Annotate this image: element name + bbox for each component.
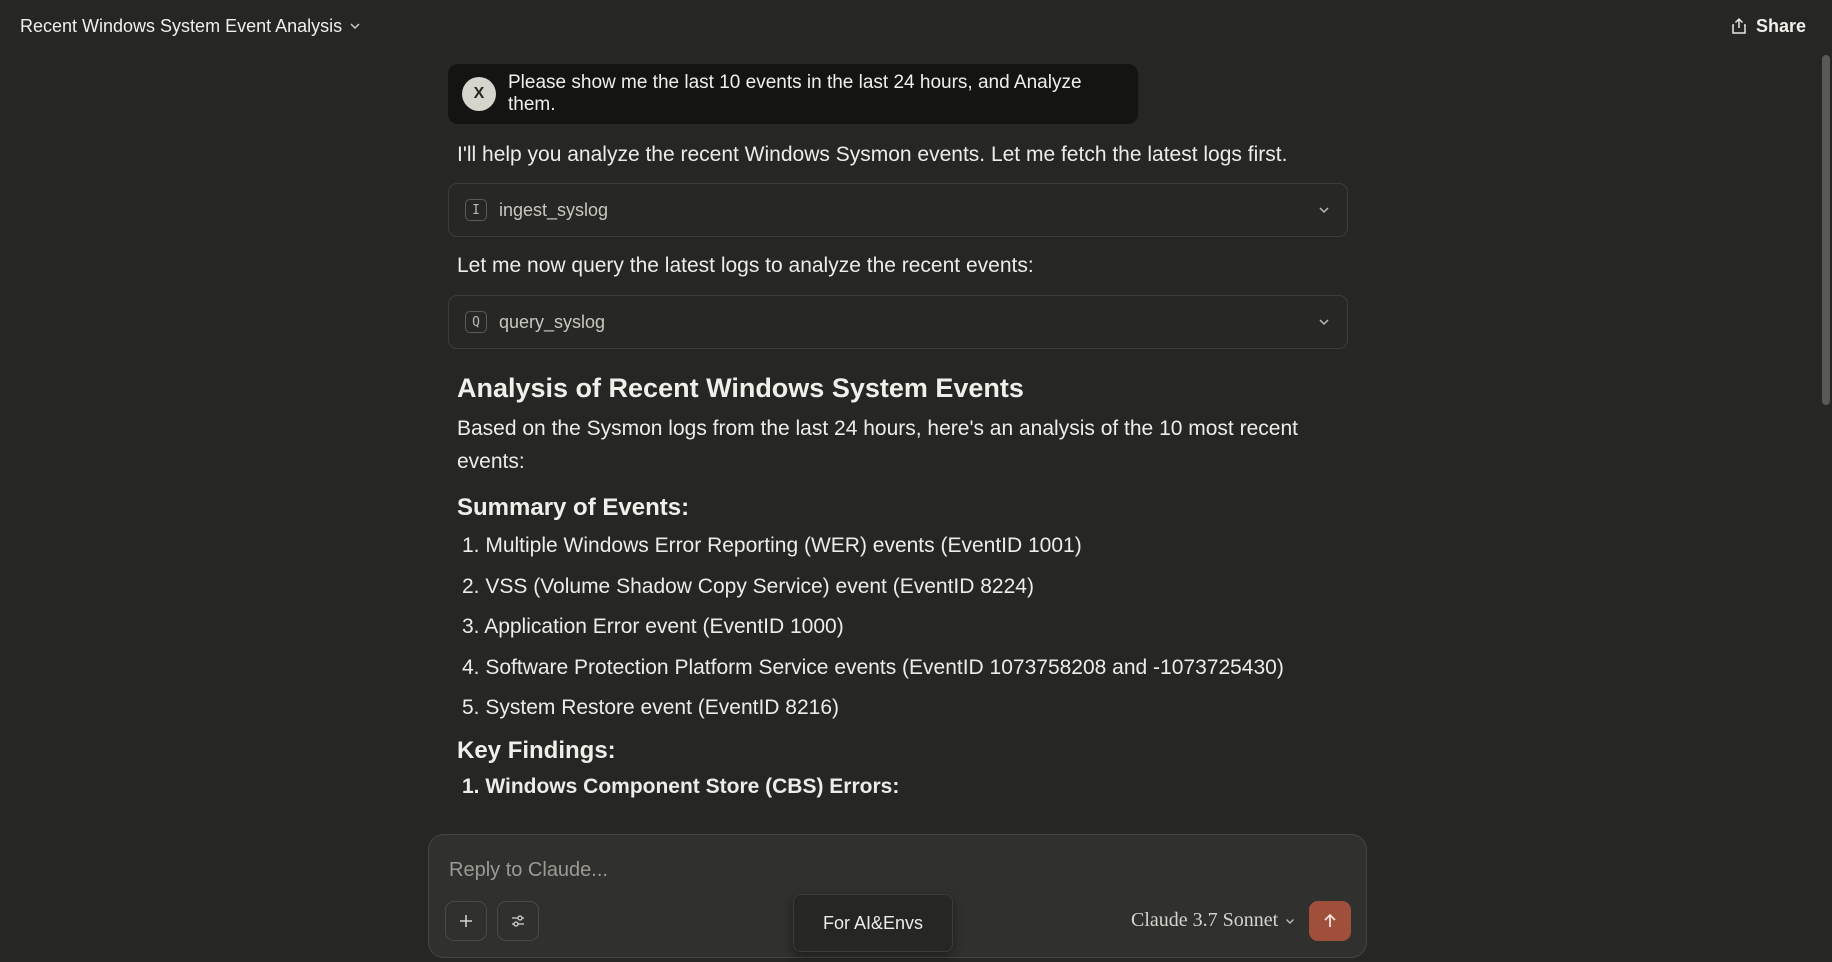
- list-item: 3. Application Error event (EventID 1000…: [462, 615, 844, 638]
- arrow-up-icon: [1324, 913, 1336, 927]
- chevron-down-icon: [1319, 319, 1329, 326]
- sliders-icon: [512, 915, 524, 927]
- list-item: 4. Software Protection Platform Service …: [462, 655, 1284, 679]
- assistant-mid-text: Let me now query the latest logs to anal…: [457, 254, 1034, 277]
- tool-name: query_syslog: [499, 311, 606, 332]
- summary-list: 1. Multiple Windows Error Reporting (WER…: [448, 526, 1348, 729]
- findings-heading: Key Findings:: [457, 736, 616, 764]
- share-icon: [1732, 17, 1746, 34]
- list-item: 2. VSS (Volume Shadow Copy Service) even…: [462, 574, 1034, 598]
- share-label: Share: [1755, 15, 1806, 36]
- scrollbar[interactable]: [1822, 55, 1830, 405]
- findings-list: 1. Windows Component Store (CBS) Errors:: [448, 767, 1348, 808]
- conversation-title: Recent Windows System Event Analysis: [20, 15, 343, 36]
- tool-call-query-syslog[interactable]: Q query_syslog: [448, 295, 1348, 349]
- tool-call-ingest-syslog[interactable]: I ingest_syslog: [448, 183, 1348, 237]
- add-button[interactable]: [445, 901, 487, 941]
- conversation-title-menu[interactable]: Recent Windows System Event Analysis: [20, 16, 362, 37]
- send-button[interactable]: [1309, 901, 1351, 941]
- user-avatar: X: [462, 77, 496, 111]
- model-selector[interactable]: Claude 3.7 Sonnet: [1131, 909, 1296, 932]
- list-item: 5. System Restore event (EventID 8216): [462, 696, 840, 719]
- analysis-lead: Based on the Sysmon logs from the last 2…: [457, 417, 1298, 473]
- summary-heading: Summary of Events:: [457, 494, 690, 521]
- analysis-heading: Analysis of Recent Windows System Events: [457, 373, 1024, 403]
- chevron-down-icon: [1319, 207, 1329, 214]
- tool-name: ingest_syslog: [499, 199, 609, 220]
- conversation: X Please show me the last 10 events in t…: [448, 64, 1348, 834]
- user-message-text: Please show me the last 10 events in the…: [508, 72, 1082, 115]
- user-message: X Please show me the last 10 events in t…: [448, 64, 1138, 124]
- reply-input[interactable]: [447, 853, 1327, 887]
- finding-title: 1. Windows Component Store (CBS) Errors:: [462, 774, 900, 798]
- chevron-down-icon: [350, 23, 360, 30]
- model-label: Claude 3.7 Sonnet: [1131, 909, 1279, 931]
- share-button[interactable]: Share: [1730, 16, 1806, 37]
- list-item: 1. Windows Component Store (CBS) Errors:: [462, 767, 1348, 808]
- tool-letter-icon: I: [465, 199, 487, 221]
- plus-icon: [460, 915, 472, 927]
- tool-letter-icon: Q: [465, 311, 487, 333]
- list-item: 1. Multiple Windows Error Reporting (WER…: [462, 534, 1082, 557]
- top-bar: Recent Windows System Event Analysis Sha…: [0, 0, 1832, 52]
- tools-button[interactable]: [497, 901, 539, 941]
- assistant-intro: I'll help you analyze the recent Windows…: [457, 143, 1288, 166]
- tooltip: For AI&Envs: [793, 894, 953, 952]
- chevron-down-icon: [1286, 918, 1295, 924]
